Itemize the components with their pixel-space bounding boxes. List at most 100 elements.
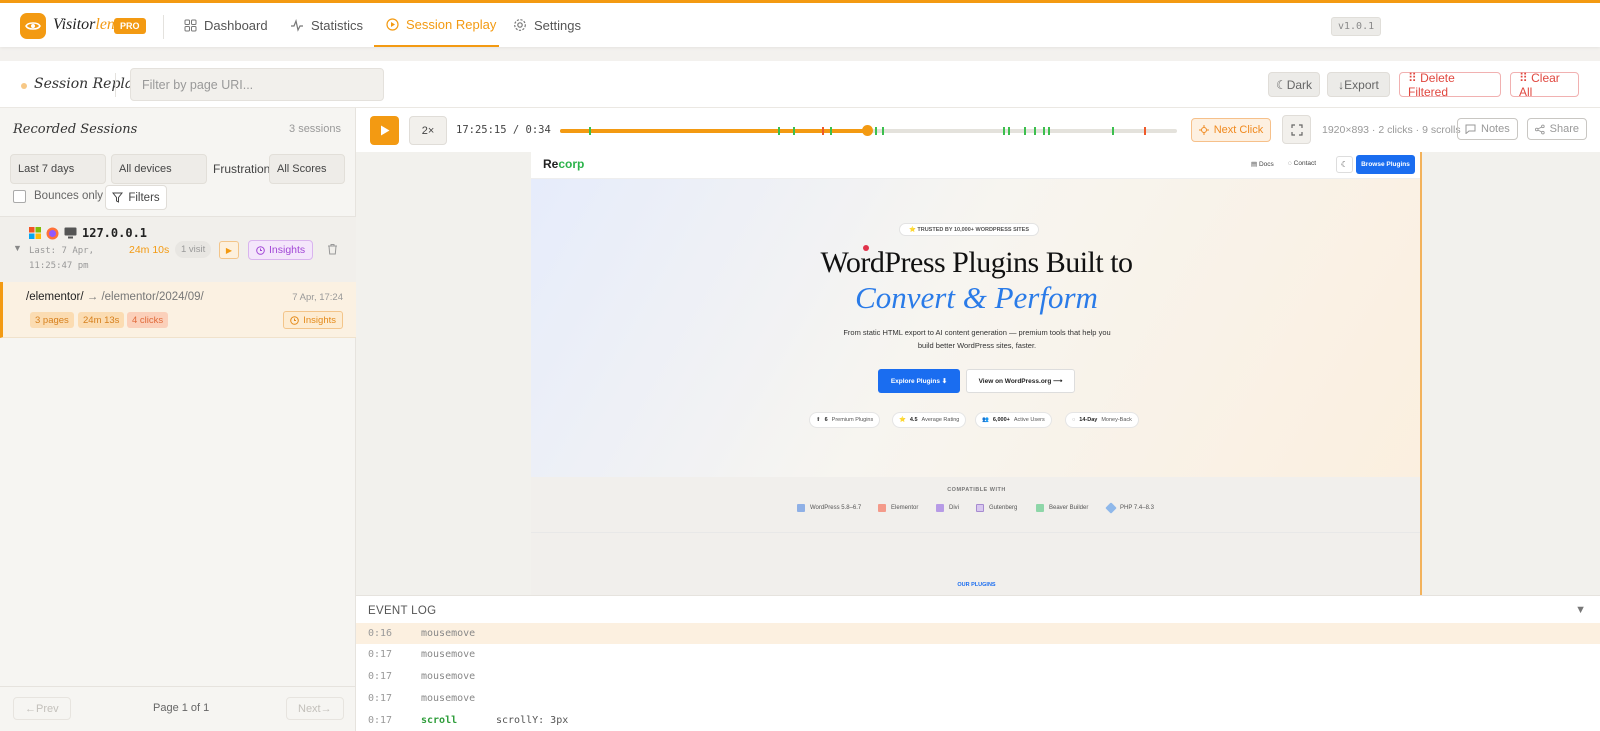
- page-path: /elementor/ → /elementor/2024/09/: [26, 291, 204, 303]
- event-marker[interactable]: [1034, 127, 1036, 135]
- notes-label: Notes: [1481, 123, 1510, 135]
- bounces-label: Bounces only: [34, 190, 104, 202]
- status-dot: [21, 83, 27, 89]
- nav-dashboard[interactable]: Dashboard: [184, 3, 268, 47]
- notes-button[interactable]: Notes: [1457, 118, 1518, 140]
- fullscreen-button[interactable]: [1282, 115, 1311, 144]
- trash-icon[interactable]: [327, 243, 338, 255]
- event-marker[interactable]: [589, 127, 591, 135]
- site-wordpress-button: View on WordPress.org ⟶: [966, 369, 1075, 393]
- filter-uri-input[interactable]: Filter by page URI...: [130, 68, 384, 101]
- visit-badge: 1 visit: [175, 241, 212, 258]
- speed-button[interactable]: 2×: [409, 116, 447, 145]
- funnel-icon: [112, 192, 124, 203]
- clock-icon: [290, 315, 300, 325]
- site-stat-pill: 👥 6,000+ Active Users: [975, 412, 1052, 428]
- event-row[interactable]: 0:17 mousemove: [356, 644, 1600, 665]
- site-stat-pill: ◌ 14-Day Money-Back: [1065, 412, 1139, 428]
- page-visit-row[interactable]: /elementor/ → /elementor/2024/09/ 7 Apr,…: [0, 282, 356, 338]
- compat-item: Divi: [936, 504, 959, 512]
- session-replay-toolbar: Session Replay Filter by page URI... ☾Da…: [0, 61, 1600, 108]
- desktop-icon: [64, 227, 77, 239]
- clear-all-button[interactable]: ⠿ Clear All: [1510, 71, 1579, 99]
- toolbar-divider: [115, 73, 116, 97]
- click-marker[interactable]: [1144, 127, 1146, 135]
- event-marker[interactable]: [778, 127, 780, 135]
- event-marker[interactable]: [1003, 127, 1005, 135]
- export-button[interactable]: ↓Export: [1327, 72, 1390, 97]
- next-page-button[interactable]: Next→: [286, 697, 344, 720]
- site-headline-accent: Convert & Perform: [855, 280, 1098, 315]
- progress-track[interactable]: [560, 125, 1177, 136]
- compat-item: PHP 7.4–8.3: [1105, 502, 1154, 514]
- version-badge: v1.0.1: [1331, 17, 1382, 36]
- date-range-select[interactable]: Last 7 days: [10, 154, 106, 184]
- site-description: From static HTML export to AI content ge…: [843, 328, 1111, 350]
- event-marker[interactable]: [1048, 127, 1050, 135]
- next-click-button[interactable]: Next Click: [1191, 118, 1271, 142]
- event-marker[interactable]: [830, 127, 832, 135]
- app-name[interactable]: Visitorlens: [53, 16, 121, 34]
- page-insights-button[interactable]: Insights: [283, 311, 343, 329]
- prev-page-button[interactable]: ←Prev: [13, 697, 71, 720]
- event-marker[interactable]: [793, 127, 795, 135]
- nav-settings[interactable]: Settings: [513, 3, 581, 47]
- delete-filtered-button[interactable]: ⠿ Delete Filtered: [1399, 71, 1501, 99]
- gear-icon: [514, 19, 526, 31]
- crosshair-icon: [1198, 125, 1209, 135]
- sessions-sidebar: Recorded Sessions 3 sessions Last 7 days…: [0, 108, 356, 731]
- event-marker[interactable]: [1008, 127, 1010, 135]
- clicks-tag: 4 clicks: [127, 312, 169, 328]
- filters-button[interactable]: Filters: [105, 185, 167, 210]
- frustration-label: Frustration: [213, 162, 271, 176]
- site-stat-pill: ⭐ 4.5 Average Rating: [892, 412, 967, 428]
- play-button[interactable]: [370, 116, 399, 145]
- page-date: 7 Apr, 17:24: [292, 292, 343, 303]
- filters-button-label: Filters: [128, 191, 160, 204]
- event-row[interactable]: 0:17 mousemove: [356, 688, 1600, 709]
- event-marker[interactable]: [1112, 127, 1114, 135]
- nav-session-replay[interactable]: Session Replay: [374, 3, 499, 47]
- session-insights-label: Insights: [269, 244, 306, 256]
- event-marker[interactable]: [1024, 127, 1026, 135]
- eye-logo-icon[interactable]: [20, 13, 46, 39]
- page-title: Session Replay: [34, 76, 142, 92]
- compat-item: Elementor: [878, 504, 918, 512]
- nav-dashboard-label: Dashboard: [204, 17, 268, 33]
- event-row[interactable]: 0:16 mousemove: [356, 623, 1600, 644]
- progress-handle[interactable]: [861, 125, 873, 136]
- sidebar-title: Recorded Sessions: [13, 122, 138, 137]
- share-button[interactable]: Share: [1527, 118, 1587, 140]
- event-marker[interactable]: [882, 127, 884, 135]
- event-row[interactable]: 0:17 scroll scrollY: 3px: [356, 710, 1600, 731]
- site-stat-pill: ⬆ 6 Premium Plugins: [809, 412, 881, 428]
- site-explore-button: Explore Plugins ⬇: [878, 369, 960, 393]
- collapse-chevron-icon[interactable]: ▼: [13, 243, 22, 253]
- replayed-website: Recorp ▤ Docs ◌ Contact ☾ Browse Plugins…: [531, 152, 1422, 595]
- fullscreen-icon: [1290, 123, 1303, 136]
- session-duration: 24m 10s: [129, 244, 170, 256]
- score-select[interactable]: All Scores: [269, 154, 345, 184]
- nav-statistics[interactable]: Statistics: [290, 3, 363, 47]
- dark-mode-button[interactable]: ☾Dark: [1268, 72, 1320, 97]
- site-header: Recorp ▤ Docs ◌ Contact ☾ Browse Plugins: [531, 152, 1420, 179]
- event-row[interactable]: 0:17 mousemove: [356, 666, 1600, 687]
- compat-item: Gutenberg: [976, 504, 1017, 512]
- click-marker[interactable]: [822, 127, 824, 135]
- bounces-checkbox[interactable]: [13, 190, 26, 203]
- nav-divider: [163, 15, 164, 39]
- site-headline: WordPress Plugins Built to: [820, 246, 1133, 279]
- pulse-icon: [291, 18, 303, 32]
- session-insights-button[interactable]: Insights: [248, 240, 314, 260]
- event-marker[interactable]: [875, 127, 877, 135]
- event-marker[interactable]: [1043, 127, 1045, 135]
- collapse-log-icon[interactable]: ▼: [1575, 604, 1586, 616]
- session-row[interactable]: ▼ 127.0.0.1 Last: 7 Apr, 11:25:47 pm 24m …: [0, 216, 356, 282]
- play-session-button[interactable]: ▶: [219, 241, 239, 259]
- clock-icon: [256, 245, 265, 255]
- duration-tag: 24m 13s: [78, 312, 125, 328]
- pagination: ←Prev Page 1 of 1 Next→: [0, 686, 356, 731]
- device-select[interactable]: All devices: [111, 154, 207, 184]
- progress-fill: [560, 129, 867, 133]
- event-log-title: EVENT LOG: [368, 605, 437, 617]
